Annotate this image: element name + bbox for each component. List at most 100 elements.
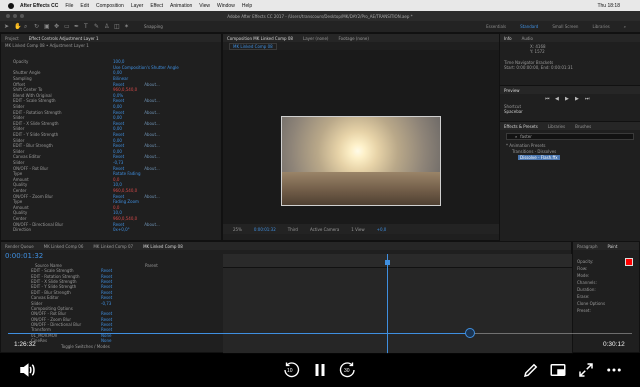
- tab-footage[interactable]: Footage (none): [339, 36, 369, 41]
- seek-handle[interactable]: [464, 328, 475, 338]
- tab-paragraph[interactable]: Paragraph: [577, 244, 598, 249]
- tab-paint[interactable]: Paint: [608, 244, 618, 249]
- effect-property-value[interactable]: 100,0: [113, 59, 124, 64]
- effect-property-value[interactable]: 10,0: [113, 210, 122, 215]
- effect-about-link[interactable]: About...: [144, 166, 160, 171]
- timeline-timecode[interactable]: 0:00:01:32: [5, 252, 43, 260]
- timeline-row-value[interactable]: Reset: [101, 327, 131, 332]
- timeline-row-value[interactable]: Reset: [101, 317, 131, 322]
- search-help-icon[interactable]: ⌕: [624, 24, 626, 29]
- effect-property-value[interactable]: Reset: [113, 110, 124, 115]
- shortcut-dropdown[interactable]: Spacebar: [504, 109, 640, 114]
- menu-effect[interactable]: Effect: [150, 3, 163, 9]
- seek-bar[interactable]: [8, 333, 632, 334]
- prev-frame-icon[interactable]: ◀: [555, 96, 561, 102]
- skip-forward-30-icon[interactable]: 30: [339, 361, 357, 379]
- puppet-tool-icon[interactable]: ✶: [124, 23, 130, 30]
- timeline-tracks[interactable]: [223, 254, 573, 354]
- effect-property-value[interactable]: Reset: [113, 194, 124, 199]
- zoom-tool-icon[interactable]: ⌕: [24, 23, 30, 30]
- effect-about-link[interactable]: About...: [144, 98, 160, 103]
- effect-about-link[interactable]: About...: [144, 194, 160, 199]
- effect-property-value[interactable]: 0,0: [113, 205, 119, 210]
- volume-icon[interactable]: [18, 361, 36, 379]
- fullscreen-icon[interactable]: [577, 361, 595, 379]
- brush-tool-icon[interactable]: ✎: [94, 23, 100, 30]
- effect-property-value[interactable]: Rotate Fading: [113, 171, 140, 176]
- effect-property-value[interactable]: Reset: [113, 82, 124, 87]
- timeline-row-value[interactable]: Reset: [101, 311, 131, 316]
- menu-window[interactable]: Window: [217, 3, 235, 9]
- annotate-pen-icon[interactable]: [522, 361, 540, 379]
- tab-render-queue[interactable]: Render Queue: [5, 244, 34, 249]
- timeline-row-value[interactable]: Reset: [101, 290, 131, 295]
- viewer-canvas[interactable]: [223, 50, 499, 224]
- more-options-icon[interactable]: [605, 361, 623, 379]
- snapping-label[interactable]: Snapping: [144, 24, 163, 29]
- timeline-row-value[interactable]: None: [101, 338, 131, 343]
- effect-property-value[interactable]: 0,00: [113, 104, 122, 109]
- close-dot-icon[interactable]: [6, 14, 10, 18]
- effect-property-value[interactable]: 0,00: [113, 149, 122, 154]
- mask-tool-icon[interactable]: ▭: [64, 23, 70, 30]
- window-controls[interactable]: [6, 14, 24, 18]
- timeline-row-value[interactable]: -0,73: [101, 301, 131, 306]
- workspace-essentials[interactable]: Essentials: [486, 24, 506, 29]
- effect-about-link[interactable]: About...: [144, 143, 160, 148]
- camera-dropdown[interactable]: Active Camera: [310, 227, 339, 232]
- effect-about-link[interactable]: About...: [144, 132, 160, 137]
- menu-animation[interactable]: Animation: [170, 3, 192, 9]
- effect-property-value[interactable]: 960,0,540,0: [113, 87, 137, 92]
- effect-property-value[interactable]: Reset: [113, 121, 124, 126]
- selection-tool-icon[interactable]: ➤: [4, 23, 10, 30]
- hand-tool-icon[interactable]: ✋: [14, 23, 21, 30]
- effect-property-value[interactable]: Reset: [113, 166, 124, 171]
- effect-property-value[interactable]: Use Composition's Shutter Angle: [113, 65, 179, 70]
- viewer-timecode[interactable]: 0:00:01:32: [254, 227, 276, 232]
- menu-composition[interactable]: Composition: [96, 3, 124, 9]
- effects-search-input[interactable]: ⌕ faster: [506, 133, 634, 140]
- effect-property-value[interactable]: Reset: [113, 132, 124, 137]
- timeline-row-value[interactable]: Reset: [101, 268, 131, 273]
- foreground-color-swatch[interactable]: [625, 258, 633, 266]
- effect-about-link[interactable]: About...: [144, 154, 160, 159]
- type-tool-icon[interactable]: T: [84, 23, 90, 30]
- zoom-dot-icon[interactable]: [20, 14, 24, 18]
- stamp-tool-icon[interactable]: ♙: [104, 23, 110, 30]
- first-frame-icon[interactable]: ⏮: [545, 96, 551, 102]
- resolution-dropdown[interactable]: Third: [288, 227, 298, 232]
- effect-property-value[interactable]: 960,0,540,0: [113, 216, 137, 221]
- effect-about-link[interactable]: About...: [144, 121, 160, 126]
- effect-property-value[interactable]: Fading Zoom: [113, 199, 139, 204]
- effect-property-value[interactable]: 0,00: [113, 138, 122, 143]
- timeline-row-value[interactable]: Reset: [101, 274, 131, 279]
- tab-comp-06[interactable]: MK Linked Comp 06: [44, 244, 84, 249]
- next-frame-icon[interactable]: ▶: [575, 96, 581, 102]
- effect-property-value[interactable]: 0x+0,0°: [113, 227, 130, 232]
- effect-property-value[interactable]: 960,0,540,0: [113, 188, 137, 193]
- effect-about-link[interactable]: About...: [144, 110, 160, 115]
- effect-property-value[interactable]: Bilinear: [113, 76, 128, 81]
- tab-libraries[interactable]: Libraries: [548, 124, 565, 129]
- effect-property-value[interactable]: Reset: [113, 98, 124, 103]
- eraser-tool-icon[interactable]: ◫: [114, 23, 120, 30]
- menu-view[interactable]: View: [199, 3, 210, 9]
- last-frame-icon[interactable]: ⏭: [585, 96, 591, 102]
- workspace-standard[interactable]: Standard: [520, 24, 538, 29]
- tree-selected-preset[interactable]: Dissolve - Flash.ffx: [518, 155, 560, 160]
- menu-file[interactable]: File: [65, 3, 73, 9]
- tab-comp-08[interactable]: MK Linked Comp 08: [143, 244, 183, 249]
- pause-icon[interactable]: [311, 361, 329, 379]
- comp-sub-tab[interactable]: MK Linked Comp 08: [229, 42, 277, 50]
- tab-audio[interactable]: Audio: [522, 36, 533, 41]
- tab-info[interactable]: Info: [504, 36, 512, 41]
- clock[interactable]: Thu 18:18: [597, 3, 620, 9]
- video-frame-desert-sunset[interactable]: [281, 116, 441, 206]
- tab-preview[interactable]: Preview: [504, 88, 520, 93]
- effect-about-link[interactable]: About...: [144, 222, 160, 227]
- tab-composition[interactable]: Composition MK Linked Comp 08: [227, 36, 293, 41]
- exposure-value[interactable]: +0,0: [377, 227, 387, 232]
- time-ruler[interactable]: [223, 254, 573, 268]
- effect-property-value[interactable]: 0,00: [113, 115, 122, 120]
- menu-layer[interactable]: Layer: [131, 3, 144, 9]
